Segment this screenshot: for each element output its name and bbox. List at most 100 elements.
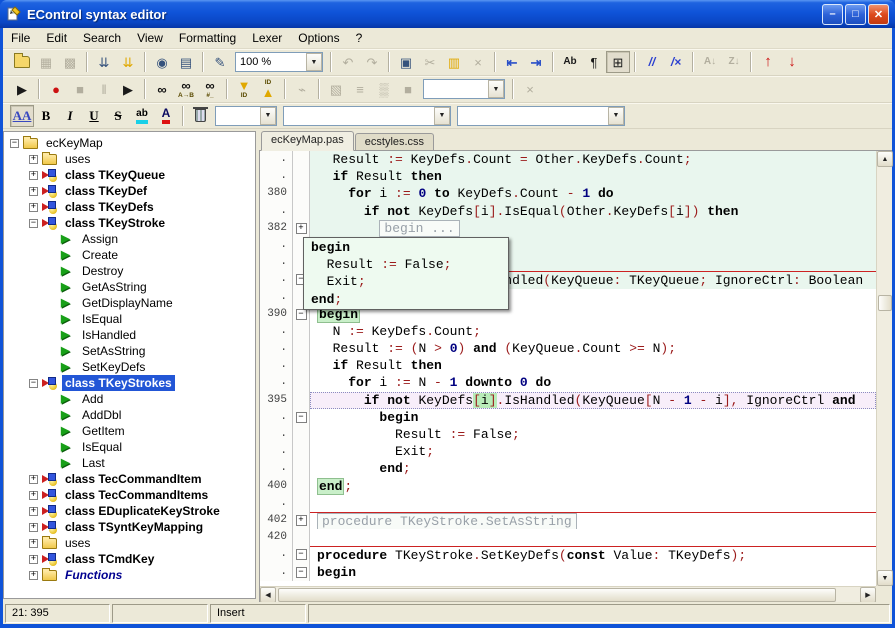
code-line[interactable]: . end; — [260, 460, 876, 477]
zoom-combo[interactable]: 100 % — [235, 52, 323, 72]
tree-item[interactable]: +class TecCommandItem — [4, 471, 255, 487]
expand-icon[interactable]: + — [29, 187, 38, 196]
tab-eckeymap-pas[interactable]: ecKeyMap.pas — [261, 131, 354, 151]
next-id-button[interactable]: ▼ID — [232, 78, 256, 100]
maximize-button[interactable]: □ — [845, 4, 866, 25]
collapse-icon[interactable]: − — [29, 379, 38, 388]
code-line[interactable]: . Exit; — [260, 443, 876, 460]
fold-collapse-icon[interactable]: − — [296, 309, 307, 320]
tree-item[interactable]: −class TKeyStrokes — [4, 375, 255, 391]
expand-icon[interactable]: + — [29, 155, 38, 164]
collapse-icon[interactable]: − — [10, 139, 19, 148]
fold-collapse-icon[interactable]: − — [296, 567, 307, 578]
clear-format-button[interactable] — [188, 105, 212, 127]
tree-item[interactable]: +uses — [4, 535, 255, 551]
open-button[interactable] — [10, 51, 34, 73]
replace-button[interactable]: ∞A→B — [174, 78, 198, 100]
tree-item[interactable]: ▶Last — [4, 455, 255, 471]
play-macro-button[interactable]: ▶ — [116, 78, 140, 100]
code-line[interactable]: 382+ begin ... — [260, 220, 876, 237]
editor-hscrollbar[interactable]: ◀ ▶ — [260, 586, 876, 602]
user-style-combo[interactable] — [423, 79, 505, 99]
fold-expand-icon[interactable]: + — [296, 223, 307, 234]
menu-file[interactable]: File — [3, 29, 38, 47]
find-button[interactable]: ∞ — [150, 78, 174, 100]
menu-view[interactable]: View — [129, 29, 171, 47]
code-line[interactable]: 420 — [260, 529, 876, 546]
tree-item[interactable]: ▶GetDisplayName — [4, 295, 255, 311]
menu-formatting[interactable]: Formatting — [171, 29, 244, 47]
code-text[interactable]: Result := (N > 0) and (KeyQueue.Count >=… — [310, 340, 876, 357]
code-text[interactable]: end; — [310, 478, 876, 495]
code-area[interactable]: . Result := KeyDefs.Count = Other.KeyDef… — [259, 151, 892, 602]
font-name-combo[interactable] — [283, 106, 451, 126]
tree-item[interactable]: +class TKeyQueue — [4, 167, 255, 183]
style-name-combo[interactable] — [215, 106, 277, 126]
collapse-icon[interactable]: − — [29, 219, 38, 228]
tree-item[interactable]: ▶GetAsString — [4, 279, 255, 295]
tree-item[interactable]: ▶Create — [4, 247, 255, 263]
tree-item[interactable]: +class TecCommandItems — [4, 487, 255, 503]
expand-icon[interactable]: + — [29, 523, 38, 532]
goto-line-button[interactable]: ∞#_ — [198, 78, 222, 100]
tree-item[interactable]: +Functions — [4, 567, 255, 583]
strike-button[interactable]: S — [106, 105, 130, 127]
menu-lexer[interactable]: Lexer — [244, 29, 290, 47]
record-macro-button[interactable]: ● — [44, 78, 68, 100]
editor-vscrollbar[interactable]: ▲ ▼ — [876, 151, 892, 586]
code-line[interactable]: .−begin — [260, 564, 876, 581]
vscroll-thumb[interactable] — [878, 295, 892, 311]
fold-collapse-icon[interactable]: − — [296, 549, 307, 560]
tree-item[interactable]: ▶SetAsString — [4, 343, 255, 359]
dropdown-arrow-icon[interactable] — [434, 107, 450, 125]
code-line[interactable]: . Result := (N > 0) and (KeyQueue.Count … — [260, 340, 876, 357]
word-wrap-button[interactable]: Ab — [558, 51, 582, 73]
expand-icon[interactable]: + — [29, 171, 38, 180]
code-line[interactable]: . if Result then — [260, 357, 876, 374]
code-text[interactable] — [310, 495, 876, 512]
code-line[interactable]: 400end; — [260, 478, 876, 495]
expand-icon[interactable]: + — [29, 507, 38, 516]
highlight-color-button[interactable]: ab — [130, 105, 154, 127]
dropdown-arrow-icon[interactable] — [488, 80, 504, 98]
code-line[interactable]: 395 if not KeyDefs[i].IsHandled(KeyQueue… — [260, 392, 876, 409]
tree-item[interactable]: +class TKeyDef — [4, 183, 255, 199]
code-text[interactable]: begin — [310, 409, 876, 426]
code-text[interactable]: Result := False; — [310, 426, 876, 443]
minimize-button[interactable]: – — [822, 4, 843, 25]
code-text[interactable]: if Result then — [310, 168, 876, 185]
tree-item[interactable]: +uses — [4, 151, 255, 167]
menu-edit[interactable]: Edit — [38, 29, 75, 47]
prev-id-button[interactable]: ID▲ — [256, 78, 280, 100]
tab-ecstyles-css[interactable]: ecstyles.css — [355, 133, 434, 150]
print-button[interactable]: ▤ — [174, 51, 198, 73]
code-line[interactable]: 380 for i := 0 to KeyDefs.Count - 1 do — [260, 185, 876, 202]
expand-icon[interactable]: + — [29, 475, 38, 484]
tree-item[interactable]: ▶GetItem — [4, 423, 255, 439]
hscroll-right-button[interactable]: ▶ — [860, 587, 876, 603]
tree-item[interactable]: +class TCmdKey — [4, 551, 255, 567]
properties-button[interactable]: ✎ — [208, 51, 232, 73]
code-line[interactable]: . Result := False; — [260, 426, 876, 443]
code-text[interactable]: if not KeyDefs[i].IsEqual(Other.KeyDefs[… — [310, 203, 876, 220]
expand-icon[interactable]: + — [29, 555, 38, 564]
code-folding-button[interactable]: ⊞ — [606, 51, 630, 73]
uncomment-button[interactable]: /× — [664, 51, 688, 73]
print-preview-button[interactable]: ◉ — [150, 51, 174, 73]
tree-item[interactable]: ▶Add — [4, 391, 255, 407]
code-line[interactable]: .−procedure TKeyStroke.SetKeyDefs(const … — [260, 546, 876, 563]
vscroll-up-button[interactable]: ▲ — [877, 151, 893, 167]
comment-button[interactable]: // — [640, 51, 664, 73]
code-text[interactable]: Result := KeyDefs.Count = Other.KeyDefs.… — [310, 151, 876, 168]
code-line[interactable]: . if Result then — [260, 168, 876, 185]
vscroll-down-button[interactable]: ▼ — [877, 570, 893, 586]
show-special-chars-button[interactable]: ¶ — [582, 51, 606, 73]
tree-item[interactable]: ▶Assign — [4, 231, 255, 247]
tree-item[interactable]: ▶IsEqual — [4, 439, 255, 455]
export-copy-button[interactable]: ⇊ — [116, 51, 140, 73]
code-line[interactable]: . for i := N - 1 downto 0 do — [260, 374, 876, 391]
code-text[interactable]: procedure TKeyStroke.SetAsString — [310, 512, 876, 529]
expand-icon[interactable]: + — [29, 571, 38, 580]
fold-collapse-icon[interactable]: − — [296, 412, 307, 423]
code-line[interactable]: . if not KeyDefs[i].IsEqual(Other.KeyDef… — [260, 203, 876, 220]
